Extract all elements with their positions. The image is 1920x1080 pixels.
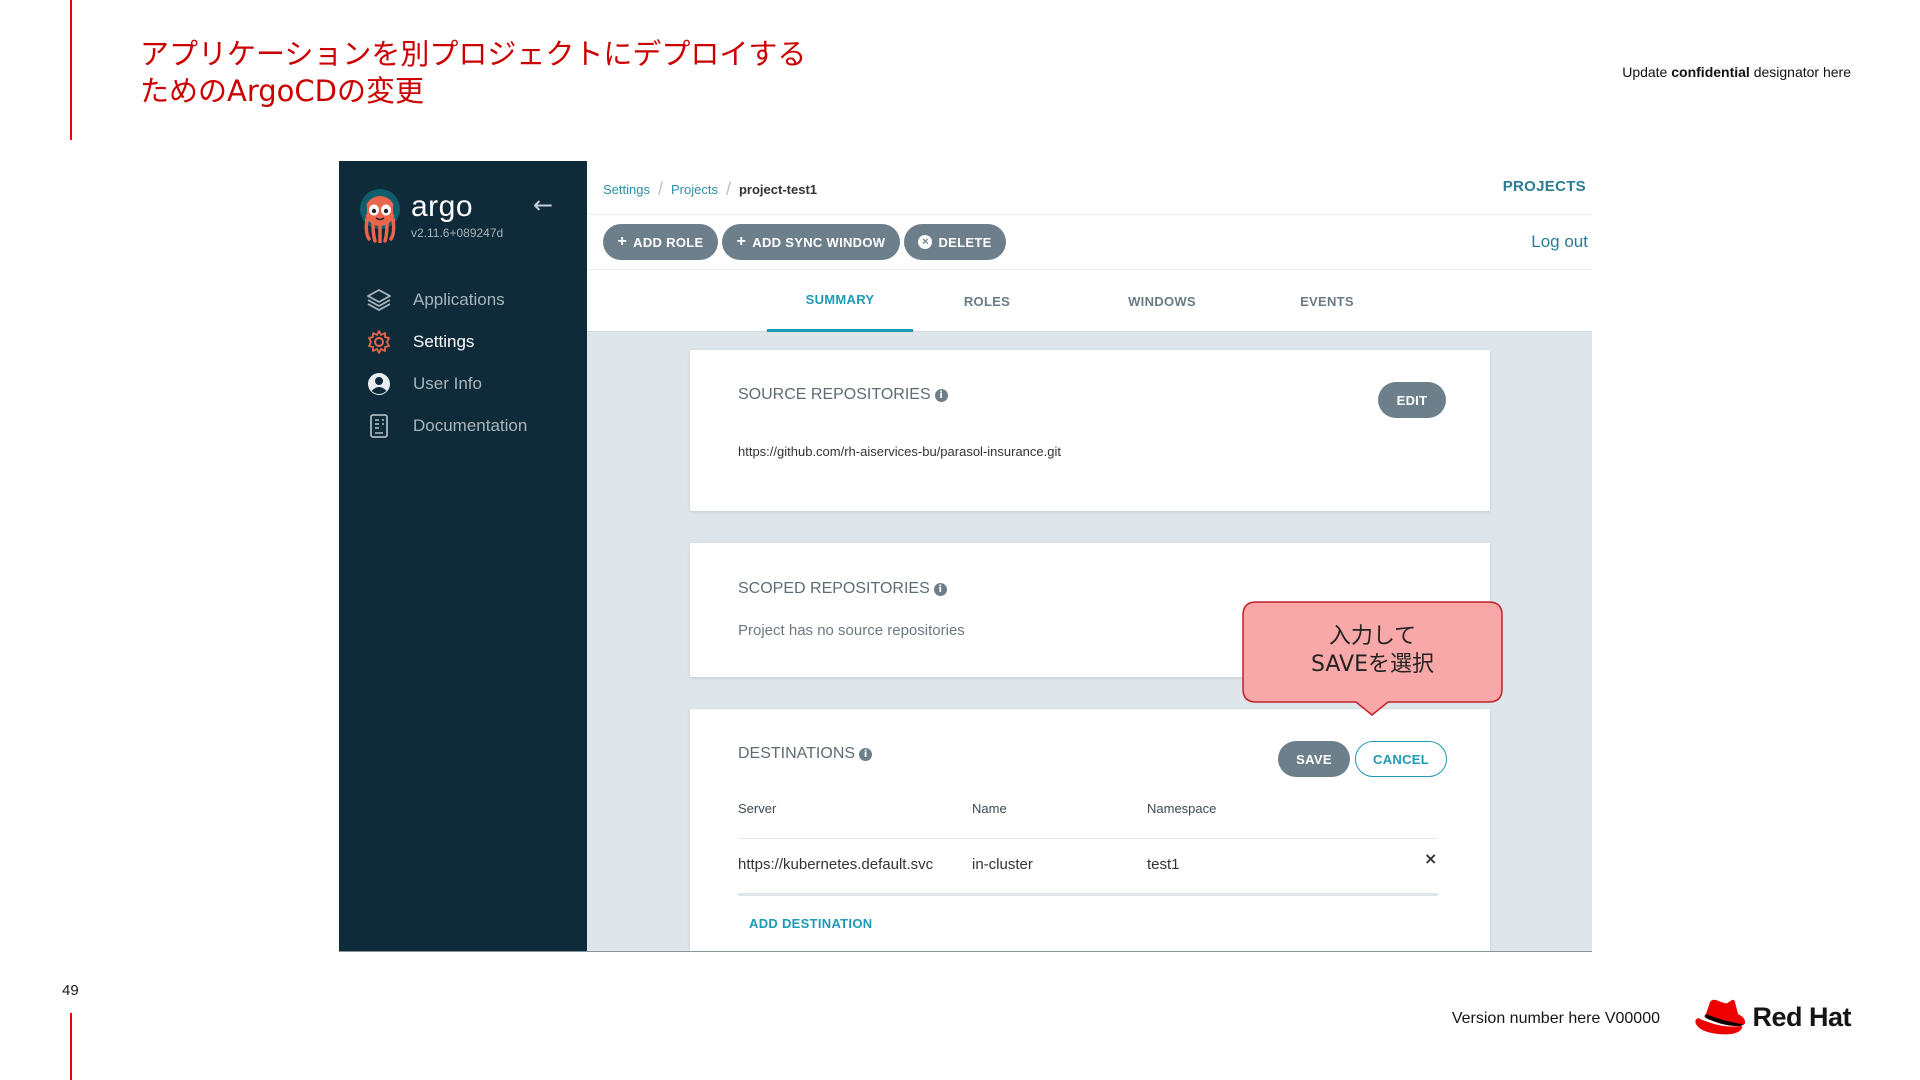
confidential-bold: confidential [1671,64,1750,80]
column-header-namespace: Namespace [1147,801,1217,816]
toolbar: + ADD ROLE + ADD SYNC WINDOW × DELETE Log o… [587,215,1592,270]
source-repositories-panel: SOURCE REPOSITORIES i EDIT https://github… [690,350,1490,511]
source-repository-url: https://github.com/rh-aiservices-bu/para… [738,444,1061,459]
column-header-name: Name [972,801,1007,816]
column-header-server: Server [738,801,777,816]
delete-label: DELETE [938,234,992,250]
destinations-panel: DESTINATIONS i SAVE CANCEL Server Name Na… [690,709,1490,951]
layers-icon [365,286,393,314]
add-role-label: ADD ROLE [633,234,704,250]
argocd-screenshot: argo v2.11.6+089247d ← Applications Sett… [339,161,1592,952]
collapse-arrow-icon[interactable]: ← [533,191,553,219]
sidebar-item-user-info[interactable]: User Info [365,363,527,405]
callout-line2: SAVEを選択 [1311,652,1434,677]
sidebar: argo v2.11.6+089247d ← Applications Sett… [339,161,587,951]
argo-brand: argo v2.11.6+089247d [359,189,504,244]
slide-title-line2: ためのArgoCDの変更 [140,74,424,108]
tab-events[interactable]: EVENTS [1267,270,1387,332]
destination-name[interactable]: in-cluster [972,856,1033,873]
redhat-logo: Red Hat [1694,996,1851,1038]
tab-roles[interactable]: ROLES [927,270,1047,332]
sidebar-item-label: User Info [413,374,482,393]
accent-line-bottom [70,1013,72,1080]
slide-title-line1: アプリケーションを別プロジェクトにデプロイする [140,37,807,71]
book-icon [365,412,393,440]
breadcrumb-current: project-test1 [738,182,818,197]
redhat-hat-icon [1695,999,1746,1035]
callout-line1: 入力して [1328,624,1417,649]
add-sync-window-button[interactable]: + ADD SYNC WINDOW [722,224,900,260]
argo-octopus-icon [359,189,401,244]
confidential-designator: Update confidential designator here [1622,64,1851,80]
argo-app-name: argo [411,190,474,223]
add-role-button[interactable]: + ADD ROLE [603,224,718,260]
sidebar-item-label: Documentation [413,416,528,435]
source-repositories-title-text: SOURCE REPOSITORIES [738,386,931,403]
tab-summary[interactable]: SUMMARY [767,270,913,332]
scoped-repositories-empty: Project has no source repositories [738,622,965,639]
breadcrumb-settings[interactable]: Settings [603,182,650,197]
plus-icon: + [617,233,628,250]
sidebar-item-settings[interactable]: Settings [365,321,527,363]
breadcrumb-separator: / [657,179,663,199]
scoped-repositories-title-text: SCOPED REPOSITORIES [738,580,930,597]
sidebar-item-label: Applications [413,290,505,309]
argo-version: v2.11.6+089247d [411,226,504,240]
tab-windows[interactable]: WINDOWS [1087,270,1237,332]
table-bottom-border [738,893,1438,896]
save-button[interactable]: SAVE [1278,741,1350,777]
breadcrumb-separator: / [725,179,731,199]
info-icon[interactable]: i [934,388,948,402]
table-divider [738,838,1438,839]
confidential-prefix: Update [1622,64,1672,80]
delete-circle-icon: × [918,235,933,249]
info-icon[interactable]: i [933,582,947,596]
breadcrumb: Settings / Projects / project-test1 [603,179,817,200]
add-destination-button[interactable]: ADD DESTINATION [749,916,872,931]
instruction-callout: 入力して SAVEを選択 [1242,601,1503,716]
destinations-title-text: DESTINATIONS [738,745,856,762]
delete-button[interactable]: × DELETE [904,224,1006,260]
page-number: 49 [62,982,79,999]
project-tabs: SUMMARY ROLES WINDOWS EVENTS [587,270,1592,332]
top-bar: Settings / Projects / project-test1 PROJ… [587,161,1592,215]
sidebar-item-label: Settings [413,332,475,351]
slide-title: アプリケーションを別プロジェクトにデプロイする ためのArgoCDの変更 [140,36,806,110]
sidebar-nav: Applications Settings User Info Document… [365,279,527,447]
cancel-button[interactable]: CANCEL [1355,741,1447,777]
logout-link[interactable]: Log out [1531,232,1588,252]
destination-server[interactable]: https://kubernetes.default.svc [738,856,933,873]
plus-icon: + [736,233,747,250]
version-text: Version number here V00000 [1451,1010,1660,1027]
sidebar-item-applications[interactable]: Applications [365,279,527,321]
scoped-repositories-title: SCOPED REPOSITORIES i [738,580,947,598]
breadcrumb-projects[interactable]: Projects [671,182,718,197]
source-repositories-title: SOURCE REPOSITORIES i [738,386,948,404]
accent-line-top [70,0,72,140]
sidebar-item-documentation[interactable]: Documentation [365,405,527,447]
redhat-wordmark: Red Hat [1752,1001,1851,1032]
confidential-suffix: designator here [1749,64,1851,80]
destinations-title: DESTINATIONS i [738,745,873,763]
user-circle-icon [365,370,393,398]
add-sync-window-label: ADD SYNC WINDOW [752,234,886,250]
destination-namespace[interactable]: test1 [1147,856,1180,873]
remove-destination-icon[interactable]: × [1424,849,1437,868]
info-icon[interactable]: i [859,747,873,761]
edit-button[interactable]: EDIT [1378,382,1446,418]
callout-text: 入力して SAVEを選択 [1242,623,1503,679]
gear-icon [365,328,393,356]
main-content: Settings / Projects / project-test1 PROJ… [587,161,1592,951]
projects-link[interactable]: PROJECTS [1503,178,1586,195]
